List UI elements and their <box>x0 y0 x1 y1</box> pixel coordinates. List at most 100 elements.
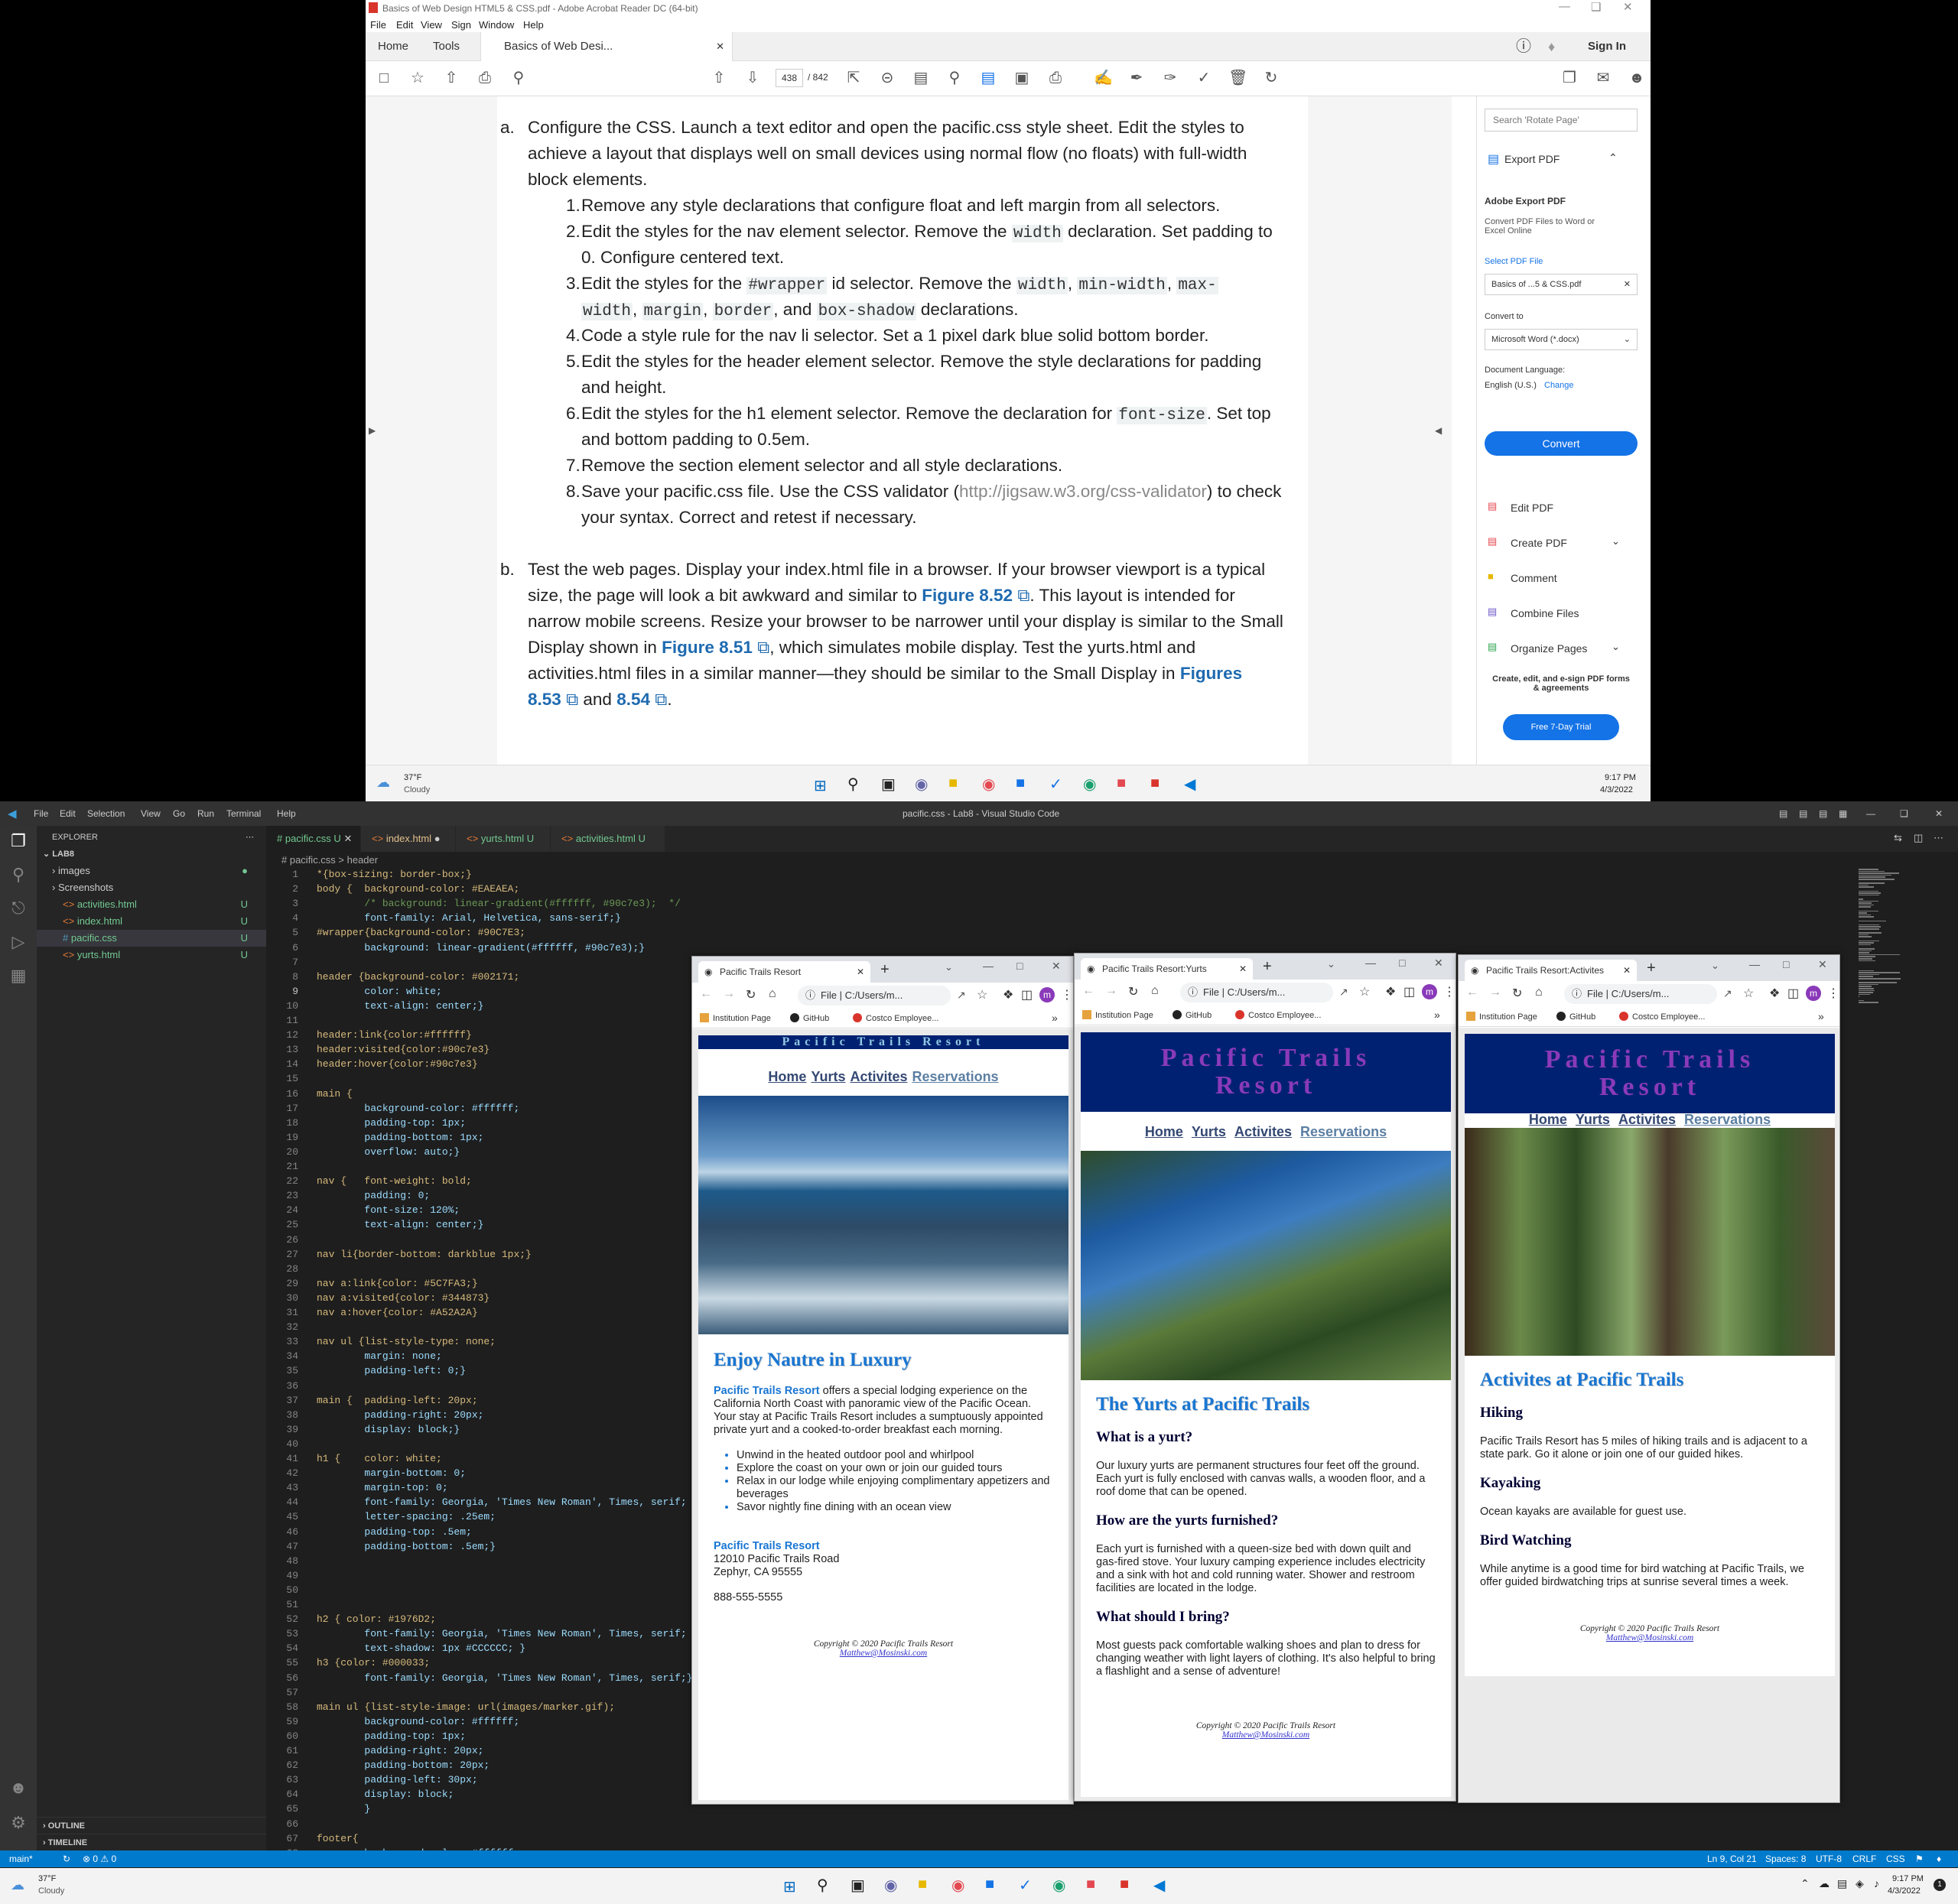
office-icon[interactable]: ■ <box>1117 775 1126 792</box>
code-line[interactable]: background: linear-gradient(#ffffff, #90… <box>317 942 645 954</box>
more-actions-icon[interactable]: ⋯ <box>1934 832 1943 844</box>
nav-activites[interactable]: Activites <box>1618 1112 1676 1127</box>
code-line[interactable]: display: block; <box>317 1789 454 1800</box>
page-down-icon[interactable]: ⇩ <box>743 69 762 87</box>
figures-link[interactable]: Figures <box>1180 664 1242 683</box>
code-line[interactable]: h1 { color: white; <box>317 1453 442 1464</box>
code-line[interactable]: text-align: center;} <box>317 1000 483 1012</box>
tool-search-input[interactable] <box>1485 109 1638 132</box>
address-bar[interactable]: ⓘ File | C:/Users/m... <box>1564 984 1717 1004</box>
home-icon[interactable]: ⌂ <box>1151 984 1159 998</box>
back-icon[interactable]: ← <box>700 987 712 1001</box>
profile-avatar[interactable]: m <box>1422 984 1437 999</box>
email-link-text[interactable]: Matthew@Mosinski.com <box>840 1649 927 1658</box>
vscode-taskbar-icon[interactable]: ◀ <box>1184 775 1195 794</box>
share-icon[interactable]: ↗ <box>957 989 966 1002</box>
upload-icon[interactable]: ⇧ <box>442 69 460 87</box>
teams-icon[interactable]: ■ <box>1016 775 1025 792</box>
figure-8-54-link[interactable]: 8.54 <box>616 690 650 709</box>
page-number-input[interactable]: 438 <box>776 69 803 87</box>
minimize-icon[interactable]: — <box>1866 808 1875 819</box>
menu-window[interactable]: Window <box>479 19 514 31</box>
edge-icon[interactable]: ◉ <box>1083 775 1096 794</box>
forward-icon[interactable]: → <box>723 987 735 1001</box>
file-explorer-icon[interactable]: ■ <box>948 775 958 792</box>
format-select[interactable]: Microsoft Word (*.docx) ⌄ <box>1485 329 1638 350</box>
code-line[interactable]: letter-spacing: .25em; <box>317 1511 496 1522</box>
bookmark-institution[interactable]: Institution Page <box>1466 1012 1537 1022</box>
extensions-icon[interactable]: ❖ <box>1003 987 1013 1002</box>
select-icon[interactable]: ⇱ <box>844 69 863 87</box>
git-branch[interactable]: main* <box>9 1854 33 1864</box>
bookmark-github[interactable]: GitHub <box>1173 1010 1212 1020</box>
menu-run[interactable]: Run <box>197 808 214 819</box>
reload-icon[interactable]: ↻ <box>1512 986 1522 1001</box>
bookmark-github[interactable]: GitHub <box>790 1013 829 1023</box>
start-icon[interactable]: ⊞ <box>814 776 827 795</box>
tab-pacific-css[interactable]: # pacific.css U ✕ <box>266 826 361 852</box>
teams-icon[interactable]: ■ <box>985 1876 994 1893</box>
code-line[interactable]: padding: 0; <box>317 1190 430 1201</box>
page-up-icon[interactable]: ⇧ <box>710 69 728 87</box>
tree-item-pacific-css[interactable]: # pacific.css U <box>37 930 266 947</box>
tab-document[interactable]: Basics of Web Desi... ✕ <box>480 32 733 61</box>
print2-icon[interactable]: ⎙ <box>1046 69 1065 87</box>
code-line[interactable]: h3 {color: #000033; <box>317 1657 430 1668</box>
start-icon[interactable]: ⊞ <box>783 1877 796 1896</box>
bookmark-star-icon[interactable]: ☆ <box>977 987 987 1002</box>
run-debug-icon[interactable]: ▷ <box>8 931 29 953</box>
footer-email-link[interactable]: Matthew@Mosinski.com <box>698 1649 1068 1658</box>
nav-yurts[interactable]: Yurts <box>1576 1112 1610 1127</box>
panel-toggle-icon[interactable]: ▤ <box>1799 808 1807 819</box>
workspace-folder[interactable]: ⌄ LAB8 <box>37 846 266 863</box>
code-line[interactable]: font-size: 120%; <box>317 1204 460 1216</box>
tree-item-screenshots[interactable]: › Screenshots <box>37 879 266 896</box>
tab-tools[interactable]: Tools <box>433 32 460 61</box>
code-line[interactable]: #wrapper{background-color: #90C7E3; <box>317 927 525 938</box>
code-line[interactable]: nav li{border-bottom: darkblue 1px;} <box>317 1249 532 1260</box>
minimize-icon[interactable]: — <box>1559 0 1570 13</box>
code-line[interactable]: footer{ <box>317 1833 359 1844</box>
more-bookmarks-icon[interactable]: » <box>1818 1010 1824 1022</box>
code-editor[interactable]: 1 *{box-sizing: border-box;} 2 body { backg… <box>266 869 694 1859</box>
maximize-icon[interactable]: □ <box>1399 957 1405 969</box>
extensions-icon[interactable]: ▦ <box>8 965 29 986</box>
stamp-icon[interactable]: ✓ <box>1195 69 1213 87</box>
maximize-icon[interactable]: ❑ <box>1591 0 1601 14</box>
tree-item-index[interactable]: <> index.html U <box>37 913 266 930</box>
close-icon[interactable]: ✕ <box>1818 958 1827 971</box>
menu-dots-icon[interactable]: ⋮ <box>1443 984 1455 999</box>
minimize-icon[interactable]: — <box>983 960 994 972</box>
line-ending[interactable]: CRLF <box>1852 1854 1876 1864</box>
free-trial-button[interactable]: Free 7-Day Trial <box>1503 714 1619 740</box>
minimize-icon[interactable]: — <box>1365 957 1376 969</box>
figure-8-51-link[interactable]: Figure 8.51 <box>662 638 753 657</box>
site-header[interactable]: Pacific Trails Resort <box>1081 1032 1451 1112</box>
bookmark-institution[interactable]: Institution Page <box>700 1013 771 1023</box>
sign-icon[interactable]: ✑ <box>1161 69 1179 87</box>
rotate-icon[interactable]: ↻ <box>1262 69 1280 87</box>
close-icon[interactable]: ✕ <box>1052 960 1061 973</box>
comment-icon[interactable]: ✍ <box>1094 69 1113 87</box>
code-line[interactable]: /* background: linear-gradient(#ffffff, … <box>317 898 680 909</box>
code-line[interactable]: header:link{color:#ffffff} <box>317 1029 472 1041</box>
code-line[interactable]: nav { font-weight: bold; <box>317 1175 472 1187</box>
left-panel-toggle-icon[interactable]: ▶ <box>369 425 376 436</box>
more-actions-icon[interactable]: ⋯ <box>246 829 254 846</box>
code-line[interactable]: nav a:hover{color: #A52A2A} <box>317 1307 478 1318</box>
language-mode[interactable]: CSS <box>1886 1854 1905 1864</box>
menu-dots-icon[interactable]: ⋮ <box>1061 987 1073 1002</box>
footer-email-link[interactable]: Matthew@Mosinski.com <box>1081 1730 1451 1740</box>
menu-file[interactable]: File <box>370 19 386 31</box>
share-icon[interactable]: ↗ <box>1339 986 1348 999</box>
fit-page-icon[interactable]: ▤ <box>912 69 930 87</box>
code-line[interactable]: text-align: center;} <box>317 1219 483 1230</box>
css-validator-link[interactable]: http://jigsaw.w3.org/css-validator <box>959 482 1207 501</box>
image-icon[interactable]: ▣ <box>1013 69 1031 87</box>
nav-reservations[interactable]: Reservations <box>912 1069 999 1084</box>
explorer-icon[interactable]: ❐ <box>8 830 29 852</box>
todo-icon[interactable]: ✓ <box>1049 775 1062 794</box>
menu-dots-icon[interactable]: ⋮ <box>1827 986 1839 1001</box>
nav-yurts[interactable]: Yurts <box>811 1069 845 1084</box>
address-bar[interactable]: ⓘ File | C:/Users/m... <box>1180 983 1333 1002</box>
